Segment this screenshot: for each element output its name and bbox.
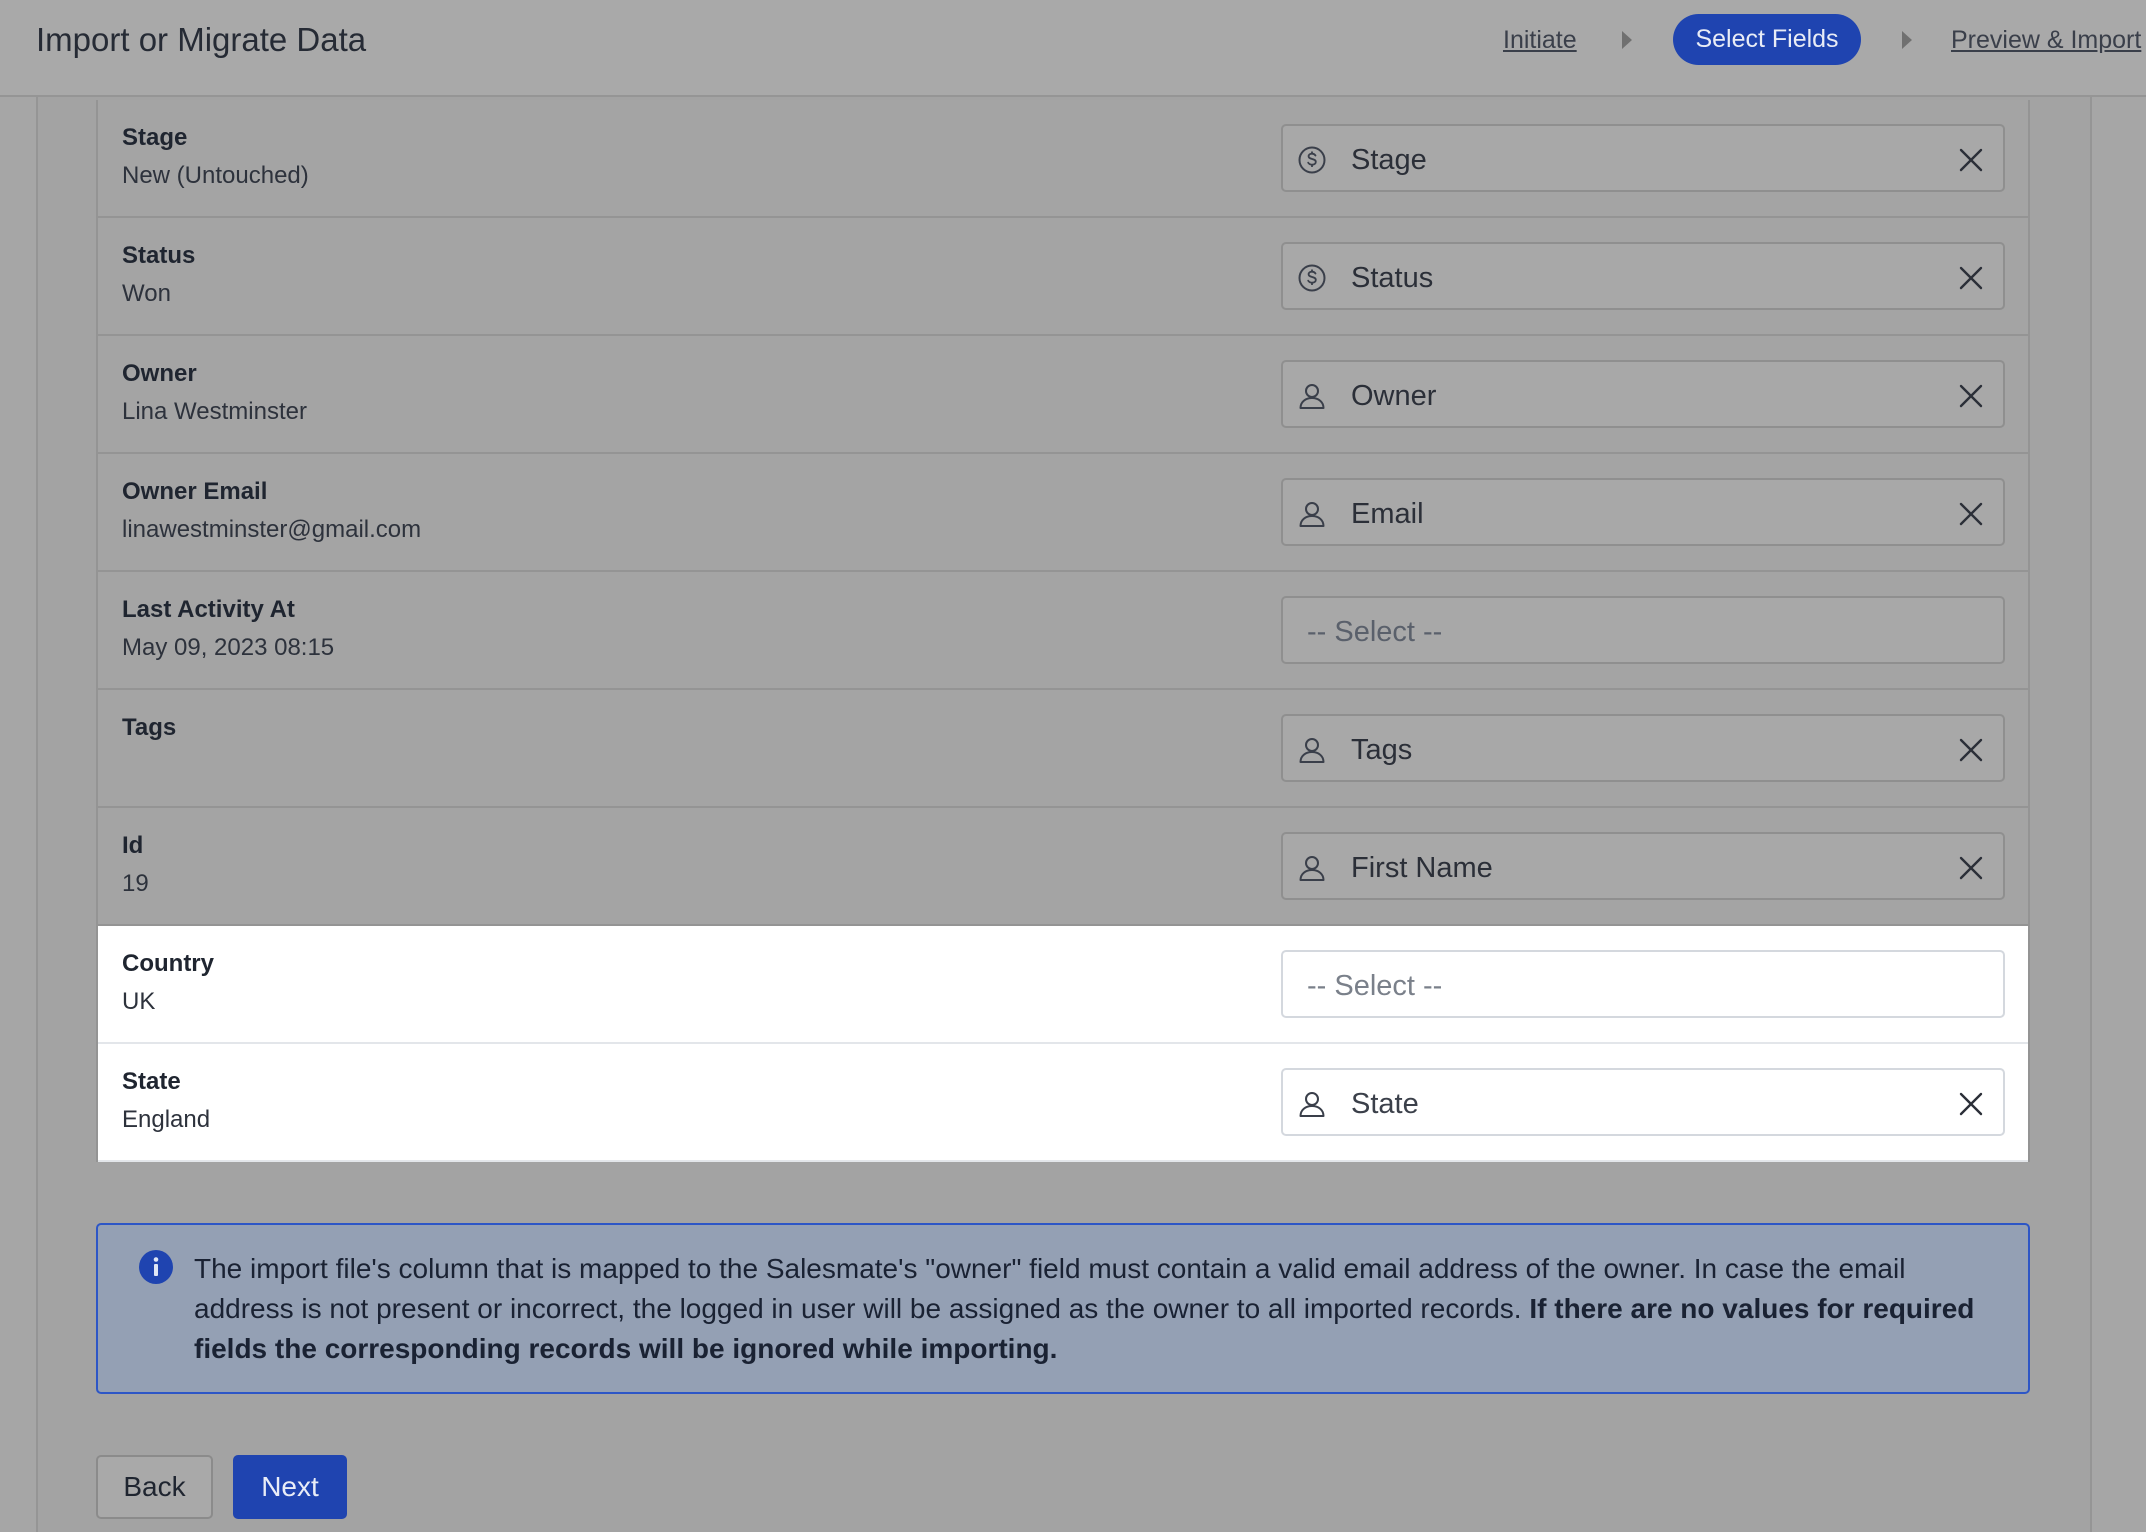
selected-target-field: State: [1351, 1088, 1419, 1120]
target-field-select[interactable]: Status: [1281, 242, 2005, 310]
back-button[interactable]: Back: [96, 1455, 213, 1519]
close-icon[interactable]: [1957, 264, 1985, 292]
source-field-name: Country: [122, 950, 214, 977]
selected-target-field: Owner: [1351, 380, 1437, 412]
source-field-sample: England: [122, 1106, 211, 1133]
source-field-sample: 19: [122, 870, 149, 897]
mapping-row: State England State: [98, 1044, 2028, 1162]
mapping-row: Last Activity At May 09, 2023 08:15 -- Sel…: [98, 572, 2028, 690]
target-field-select[interactable]: State: [1281, 1068, 2005, 1136]
user-icon: [1297, 381, 1327, 411]
mapping-row: Id 19 First Name: [98, 808, 2028, 926]
select-placeholder: -- Select --: [1307, 616, 1443, 648]
selected-target-field: Status: [1351, 262, 1434, 294]
source-field-sample: linawestminster@gmail.com: [122, 516, 422, 543]
mapping-row: Owner Lina Westminster Owner: [98, 336, 2028, 454]
selected-target-field: Email: [1351, 498, 1424, 530]
target-field-select[interactable]: First Name: [1281, 832, 2005, 900]
close-icon[interactable]: [1957, 382, 1985, 410]
mapping-row: Status Won Status: [98, 218, 2028, 336]
chevron-right-icon: [1622, 31, 1632, 49]
alert-message: The import file's column that is mapped …: [194, 1249, 2004, 1369]
source-field-sample: Lina Westminster: [122, 398, 307, 425]
user-icon: [1297, 853, 1327, 883]
user-icon: [1297, 735, 1327, 765]
source-field-name: Owner: [122, 360, 197, 387]
field-mapping-table: Stage New (Untouched) Stage Status Won Status…: [96, 100, 2030, 1162]
info-alert: The import file's column that is mapped …: [96, 1223, 2030, 1394]
source-field-name: Id: [122, 832, 144, 859]
user-icon: [1297, 499, 1327, 529]
target-field-select[interactable]: Owner: [1281, 360, 2005, 428]
user-icon: [1297, 1089, 1327, 1119]
info-icon: [139, 1250, 173, 1284]
source-field-name: State: [122, 1068, 181, 1095]
select-placeholder: -- Select --: [1307, 970, 1443, 1002]
selected-target-field: Stage: [1351, 144, 1427, 176]
step-preview-import[interactable]: Preview & Import: [1951, 26, 2141, 55]
mapping-row: Country UK -- Select --: [98, 926, 2028, 1044]
source-field-sample: UK: [122, 988, 156, 1015]
target-field-select[interactable]: -- Select --: [1281, 596, 2005, 664]
close-icon[interactable]: [1957, 854, 1985, 882]
close-icon[interactable]: [1957, 500, 1985, 528]
target-field-select[interactable]: -- Select --: [1281, 950, 2005, 1018]
target-field-select[interactable]: Email: [1281, 478, 2005, 546]
mapping-row: Stage New (Untouched) Stage: [98, 100, 2028, 218]
source-field-sample: May 09, 2023 08:15: [122, 634, 335, 661]
mapping-row: Tags Tags: [98, 690, 2028, 808]
source-field-sample: Won: [122, 280, 171, 307]
source-field-name: Last Activity At: [122, 596, 295, 623]
close-icon[interactable]: [1957, 736, 1985, 764]
selected-target-field: Tags: [1351, 734, 1413, 766]
target-field-select[interactable]: Stage: [1281, 124, 2005, 192]
close-icon[interactable]: [1957, 146, 1985, 174]
source-field-name: Tags: [122, 714, 177, 741]
source-field-name: Stage: [122, 124, 188, 151]
step-select-fields[interactable]: Select Fields: [1673, 14, 1861, 65]
chevron-right-icon: [1902, 31, 1912, 49]
source-field-sample: New (Untouched): [122, 162, 309, 189]
source-field-name: Status: [122, 242, 196, 269]
close-icon[interactable]: [1957, 1090, 1985, 1118]
mapping-row: Owner Email linawestminster@gmail.com Emai…: [98, 454, 2028, 572]
target-field-select[interactable]: Tags: [1281, 714, 2005, 782]
top-bar: Import or Migrate Data Initiate Select F…: [0, 0, 2146, 97]
next-button[interactable]: Next: [233, 1455, 347, 1519]
dollar-icon: [1297, 263, 1327, 293]
page-title: Import or Migrate Data: [36, 21, 367, 58]
step-initiate[interactable]: Initiate: [1503, 26, 1577, 55]
dollar-icon: [1297, 145, 1327, 175]
selected-target-field: First Name: [1351, 852, 1493, 884]
source-field-name: Owner Email: [122, 478, 268, 505]
